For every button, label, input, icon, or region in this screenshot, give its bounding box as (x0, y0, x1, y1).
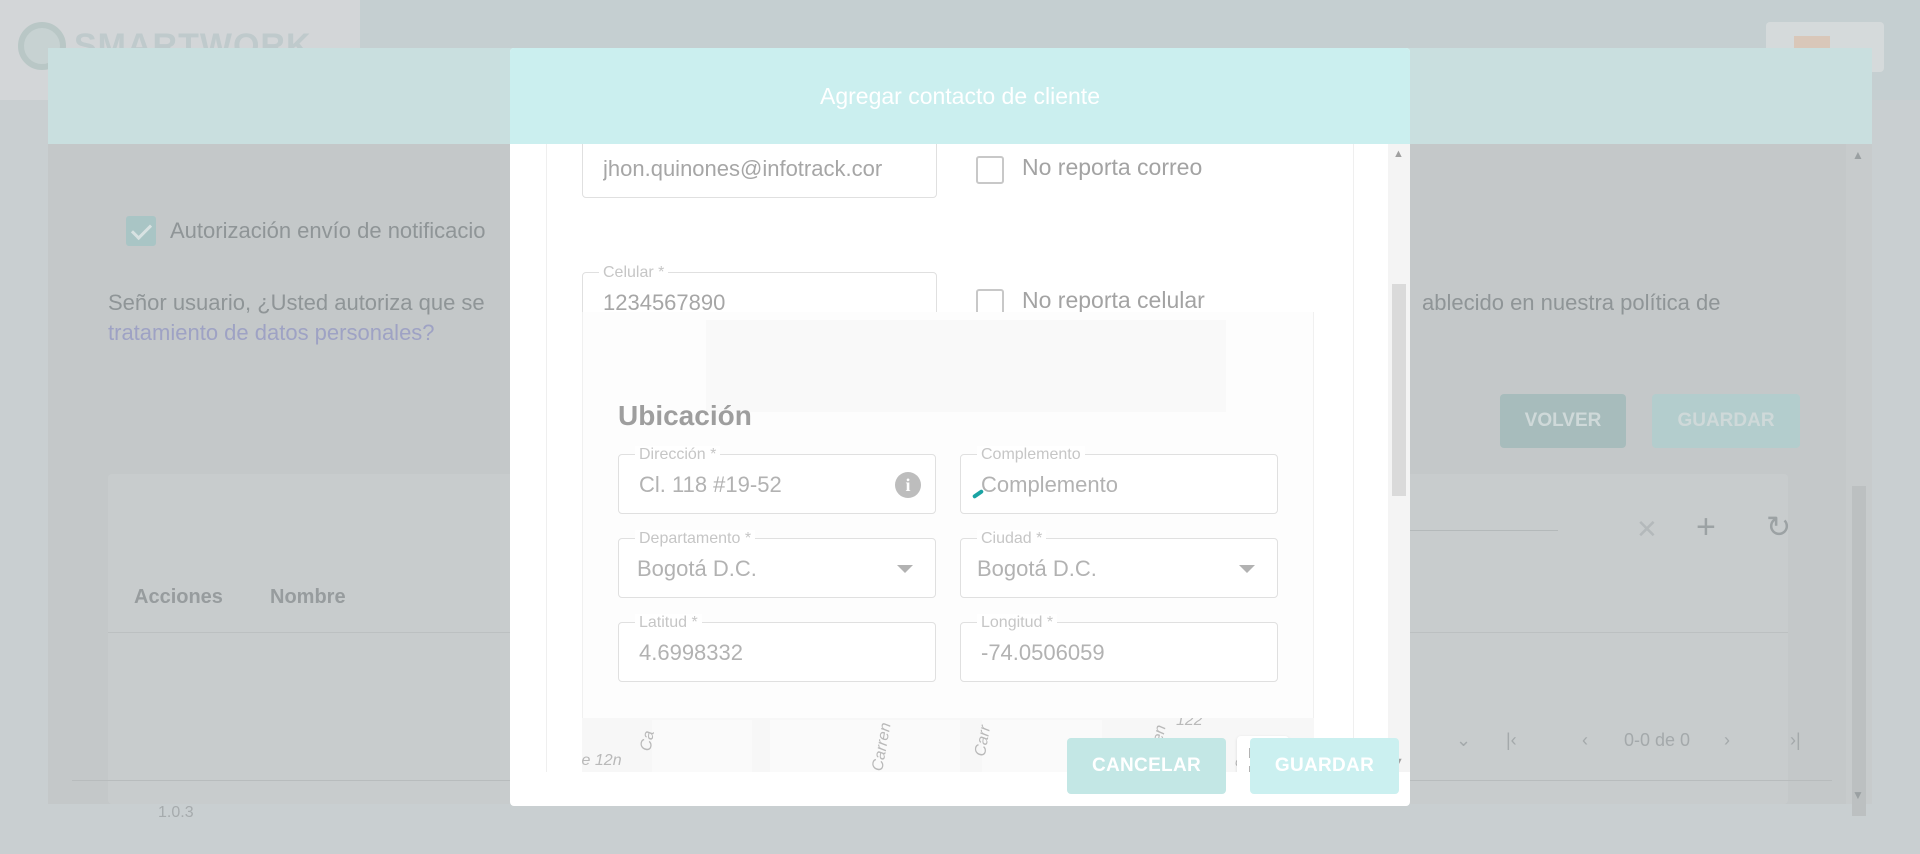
first-page-icon[interactable]: |‹ (1506, 730, 1517, 751)
cancel-button[interactable]: CANCELAR (1067, 738, 1226, 794)
last-page-icon[interactable]: ›| (1790, 730, 1801, 751)
complement-field[interactable]: Complemento Complemento (960, 446, 1278, 514)
city-value: Bogotá D.C. (977, 556, 1097, 581)
prev-page-icon[interactable]: ‹ (1582, 730, 1588, 751)
location-card-overlay (706, 320, 1226, 412)
cell-label: Celular * (599, 264, 669, 282)
no-email-checkbox[interactable] (976, 156, 1004, 184)
pager-range: 0-0 de 0 (1624, 730, 1691, 750)
modal-scrollbar[interactable]: ▲ ▼ (1388, 144, 1410, 772)
department-select[interactable]: Departamento * Bogotá D.C. (618, 530, 936, 598)
latitude-label: Latitud * (635, 614, 702, 632)
consent-text-right: ablecido en nuestra política de (1422, 290, 1721, 315)
notification-checkbox[interactable] (126, 216, 156, 246)
location-title: Ubicación (618, 400, 752, 431)
page-size-dropdown-icon[interactable]: ⌄ (1456, 730, 1471, 751)
modal-scrollbar-thumb[interactable] (1392, 284, 1406, 496)
no-email-label: No reporta correo (1022, 154, 1203, 180)
address-value: Cl. 118 #19-52 (639, 472, 782, 497)
add-icon[interactable]: + (1696, 508, 1716, 547)
city-dropdown-icon[interactable] (1239, 565, 1255, 573)
column-header-name[interactable]: Nombre (270, 586, 346, 609)
notification-checkbox-label: Autorización envío de notificacio (170, 218, 486, 243)
scroll-down-icon[interactable]: ▼ (1852, 788, 1864, 802)
no-cell-label: No reporta celular (1022, 287, 1205, 313)
refresh-icon[interactable]: ↻ (1766, 510, 1791, 545)
department-label: Departamento * (635, 530, 756, 548)
privacy-policy-link[interactable]: tratamiento de datos personales? (108, 320, 435, 345)
modal-body: jhon.quinones@infotrack.cor No reporta c… (510, 144, 1410, 772)
info-icon[interactable]: i (895, 472, 921, 498)
email-value: jhon.quinones@infotrack.cor (603, 156, 883, 181)
modal-title: Agregar contacto de cliente (819, 82, 1100, 109)
column-header-actions[interactable]: Acciones (134, 586, 223, 609)
map-block (652, 720, 752, 772)
latitude-field[interactable]: Latitud * 4.6998332 (618, 614, 936, 682)
background-scrollbar[interactable]: ▲ ▼ (1846, 144, 1872, 816)
map-block (770, 720, 960, 772)
map-road-label: 122 (1176, 718, 1203, 729)
volver-button[interactable]: VOLVER (1500, 394, 1626, 448)
modal-header: Agregar contacto de cliente (510, 48, 1410, 144)
app-version: 1.0.3 (158, 804, 194, 821)
map-road-label: Ca (637, 729, 658, 753)
next-page-icon[interactable]: › (1724, 730, 1730, 751)
scroll-up-icon[interactable]: ▲ (1393, 148, 1404, 160)
department-value: Bogotá D.C. (637, 556, 757, 581)
save-button[interactable]: GUARDAR (1250, 738, 1399, 794)
longitude-field[interactable]: Longitud * -74.0506059 (960, 614, 1278, 682)
background-save-button[interactable]: GUARDAR (1652, 394, 1800, 448)
department-dropdown-icon[interactable] (897, 565, 913, 573)
longitude-value: -74.0506059 (981, 640, 1105, 665)
email-field[interactable]: jhon.quinones@infotrack.cor (582, 144, 937, 198)
consent-text-left: Señor usuario, ¿Usted autoriza que se (108, 290, 485, 315)
scroll-up-icon[interactable]: ▲ (1852, 148, 1864, 162)
scrollbar-thumb[interactable] (1852, 486, 1866, 816)
city-select[interactable]: Ciudad * Bogotá D.C. (960, 530, 1278, 598)
latitude-value: 4.6998332 (639, 640, 743, 665)
add-client-contact-modal: Agregar contacto de cliente jhon.quinone… (510, 48, 1410, 806)
complement-label: Complemento (977, 446, 1085, 464)
longitude-label: Longitud * (977, 614, 1058, 632)
address-field[interactable]: Dirección * Cl. 118 #19-52 i (618, 446, 936, 514)
city-label: Ciudad * (977, 530, 1047, 548)
address-label: Dirección * (635, 446, 721, 464)
clear-search-icon[interactable]: ✕ (1636, 514, 1658, 545)
map-road-label: le 12n (582, 752, 622, 769)
complement-placeholder: Complemento (981, 472, 1118, 497)
